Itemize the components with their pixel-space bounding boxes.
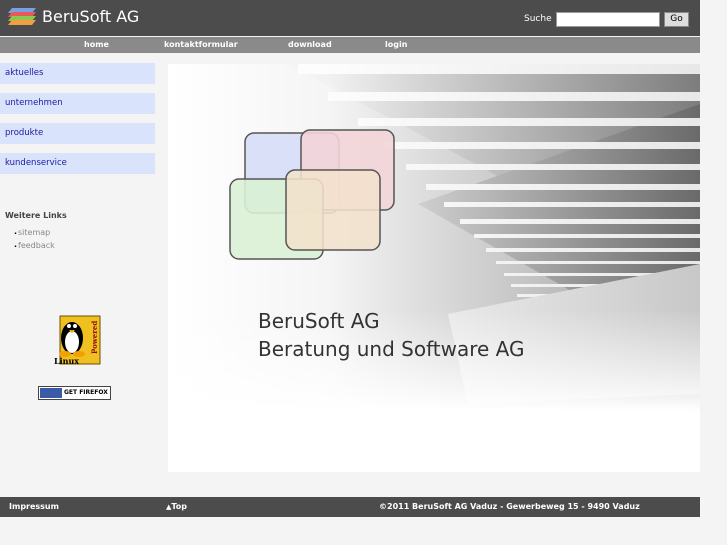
get-firefox-badge[interactable]: GET FIREFOX [38, 386, 111, 400]
nav-bar: home kontaktformular download login [0, 37, 700, 53]
firefox-text: GET FIREFOX [64, 389, 108, 396]
hero-image [168, 64, 700, 472]
link-sitemap[interactable]: sitemap [14, 227, 50, 237]
powered-text: Powered [90, 321, 99, 354]
links-heading: Weitere Links [5, 211, 67, 220]
top-link-label: Top [171, 502, 188, 511]
nav-download[interactable]: download [288, 38, 332, 52]
logo-icon [8, 8, 36, 25]
firefox-icon [40, 388, 62, 398]
nav-kontaktformular[interactable]: kontaktformular [164, 38, 238, 52]
search-input[interactable] [556, 12, 660, 27]
linux-powered-badge[interactable]: Linux Powered [50, 312, 102, 366]
top-link[interactable]: ▲Top [166, 501, 187, 513]
nav-home[interactable]: home [84, 38, 109, 52]
hero-banner: BeruSoft AG Beratung und Software AG [168, 64, 700, 472]
sidebar-item-produkte[interactable]: produkte [0, 123, 155, 144]
brand-name[interactable]: BeruSoft AG [42, 7, 139, 27]
impressum-link[interactable]: Impressum [9, 501, 59, 513]
go-button[interactable]: Go [664, 12, 689, 27]
footer-bar: Impressum ▲Top ©2011 BeruSoft AG Vaduz -… [0, 497, 700, 517]
linux-text: Linux [54, 356, 79, 366]
copyright-text: ©2011 BeruSoft AG Vaduz - Gewerbeweg 15 … [379, 502, 640, 511]
link-feedback[interactable]: feedback [14, 240, 55, 250]
hero-title: BeruSoft AG [258, 309, 380, 333]
nav-login[interactable]: login [385, 38, 407, 52]
sidebar-item-unternehmen[interactable]: unternehmen [0, 93, 155, 114]
sidebar-item-aktuelles[interactable]: aktuelles [0, 63, 155, 84]
sidebar-item-kundenservice[interactable]: kundenservice [0, 153, 155, 174]
search-label: Suche [524, 14, 552, 24]
hero-subtitle: Beratung und Software AG [258, 337, 525, 361]
header-bar: BeruSoft AG Suche Go [0, 0, 700, 36]
